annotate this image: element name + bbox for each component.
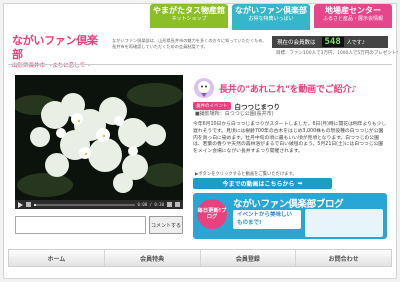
blog-daily-badge: 毎日更新!ブログ	[197, 199, 227, 229]
nav-home[interactable]: ホーム	[9, 250, 105, 266]
member-counter: 現在の会員数は 548 人です♪	[272, 36, 388, 48]
blog-title: ながいファン倶楽部ブログ	[233, 199, 344, 210]
member-count-unit: 人です♪	[346, 39, 365, 46]
nav-benefits[interactable]: 会員特典	[105, 250, 201, 266]
tab-fanclub-title: ながいファン倶楽部	[235, 6, 307, 15]
nav-register[interactable]: 会員登録	[201, 250, 297, 266]
main-nav: ホーム 会員特典 会員登録 お問合わせ	[8, 249, 392, 267]
blog-illustration	[305, 209, 383, 237]
feature-title: 長井の"あれこれ"を動画でご紹介♪	[219, 84, 357, 95]
header-divider	[8, 64, 392, 65]
play-instruction: ▶ボタンをクリックすると動画をご覧いただけます。	[195, 172, 297, 177]
seek-bar[interactable]	[34, 203, 135, 206]
blog-subtitle: イベントから美味しいものまで!	[233, 210, 301, 229]
video-frame-flowers	[15, 75, 183, 200]
tab-shop[interactable]: やまがたタス物産館 ネットショップ	[150, 4, 228, 28]
top-tabs: やまがたタス物産館 ネットショップ ながいファン倶楽部 お得な特典いっぱい 地場…	[150, 4, 392, 30]
arrow-right-icon: ➡	[297, 180, 303, 187]
play-icon[interactable]	[18, 201, 23, 208]
stop-icon[interactable]	[26, 202, 31, 207]
event-badge: 長井のイベント	[193, 102, 231, 110]
nav-contact[interactable]: お問合わせ	[296, 250, 391, 266]
volume-icon[interactable]	[167, 202, 172, 207]
video-archive-button[interactable]: 今までの動画はこちらから ➡	[193, 178, 332, 189]
video-archive-label: 今までの動画はこちらから	[222, 181, 295, 188]
event-place: ■撮影場所：白つつじ公園(長井市)	[195, 111, 274, 117]
video-player[interactable]	[15, 75, 183, 200]
comment-submit-button[interactable]: コメントする	[149, 216, 183, 234]
header-description: ながいファン倶楽部は、山形県長井市の魅力を多くの方々に知っていただくため、長井市…	[112, 38, 267, 50]
comment-input[interactable]	[15, 216, 146, 234]
event-description: 今年6月10日から白つつじまつりがスタートしました。6日(月)時に開花は例年より…	[193, 122, 387, 155]
mascot-icon	[194, 78, 214, 98]
comment-row: コメントする	[15, 216, 183, 234]
site-title: ながいファン倶楽部	[12, 34, 98, 61]
tab-local-center-title: 地場産センター	[325, 6, 381, 15]
tab-shop-sub: ネットショップ	[171, 16, 207, 22]
member-count: 548	[321, 37, 344, 47]
tab-fanclub[interactable]: ながいファン倶楽部 お得な特典いっぱい	[232, 4, 310, 30]
seek-bar-fill	[34, 203, 36, 206]
tab-local-center[interactable]: 地場産センター ふるさと産品・展示会情報	[314, 4, 392, 28]
blog-banner[interactable]: 毎日更新!ブログ ながいファン倶楽部ブログ イベントから美味しいものまで!	[193, 193, 387, 239]
tab-fanclub-sub: お得な特典いっぱい	[248, 16, 294, 22]
tab-local-center-sub: ふるさと産品・展示会情報	[322, 16, 383, 22]
video-controls: 0:00 / 0:30	[15, 200, 183, 209]
video-time: 0:00 / 0:30	[137, 202, 165, 207]
fullscreen-icon[interactable]	[175, 202, 180, 207]
feature-heading: 長井の"あれこれ"を動画でご紹介♪	[193, 77, 357, 99]
member-counter-label: 現在の会員数は	[277, 40, 316, 46]
member-goal-note: 目標：ファン100人で3万円、1000人で5万円のプレゼント!	[276, 51, 399, 56]
tab-shop-title: やまがたタス物産館	[153, 6, 225, 15]
